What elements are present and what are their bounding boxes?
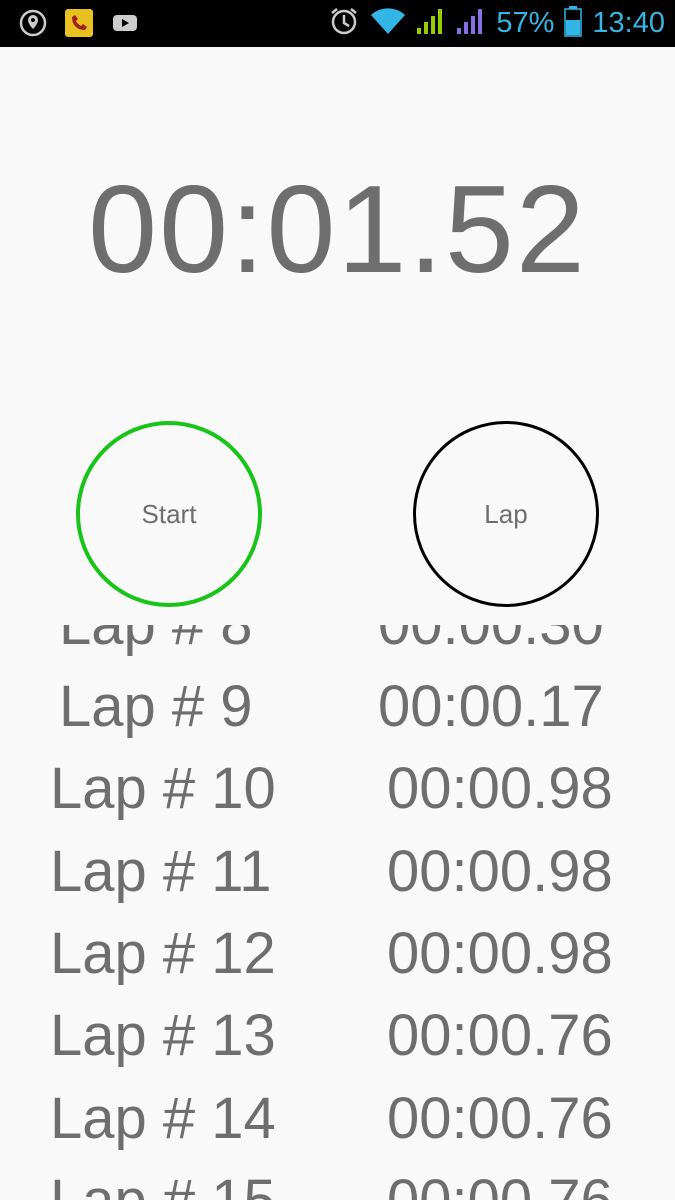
lap-name: Lap # 12 bbox=[50, 921, 276, 986]
status-bar: 57% 13:40 bbox=[0, 0, 675, 47]
signal-2-icon bbox=[456, 6, 486, 41]
alarm-icon bbox=[328, 5, 360, 42]
lap-name: Lap # 14 bbox=[50, 1086, 276, 1151]
lap-name: Lap # 15 bbox=[50, 1160, 276, 1200]
notification-icons bbox=[18, 8, 140, 38]
lap-time: 00:00.76 bbox=[387, 1003, 613, 1068]
lap-name: Lap # 8 bbox=[59, 625, 253, 666]
elapsed-time: 00:01.52 bbox=[88, 161, 587, 299]
start-button-label: Start bbox=[141, 498, 197, 529]
lap-time: 00:00.30 bbox=[378, 625, 604, 666]
lap-list[interactable]: Lap # 8 00:00.30 Lap # 9 00:00.17 Lap # … bbox=[0, 625, 675, 1200]
location-shield-icon bbox=[18, 8, 48, 38]
list-item: Lap # 9 00:00.17 bbox=[0, 666, 675, 748]
list-item: Lap # 11 00:00.98 bbox=[0, 831, 675, 913]
start-button[interactable]: Start bbox=[76, 421, 262, 607]
clock: 13:40 bbox=[592, 6, 665, 39]
list-item: Lap # 8 00:00.30 bbox=[0, 625, 675, 666]
lap-time: 00:00.17 bbox=[378, 674, 604, 739]
battery-percent: 57% bbox=[496, 6, 555, 39]
lap-name: Lap # 11 bbox=[50, 839, 272, 904]
lap-time: 00:00.76 bbox=[387, 1086, 613, 1151]
lap-time: 00:00.76 bbox=[387, 1160, 613, 1200]
youtube-icon bbox=[110, 8, 140, 38]
lap-button[interactable]: Lap bbox=[413, 421, 599, 607]
lap-time: 00:00.98 bbox=[387, 756, 613, 821]
lap-name: Lap # 9 bbox=[59, 674, 253, 739]
lap-name: Lap # 13 bbox=[50, 1003, 276, 1068]
stopwatch-screen: 00:01.52 Start Lap Lap # 8 00:00.30 Lap … bbox=[0, 47, 675, 1200]
list-item: Lap # 12 00:00.98 bbox=[0, 913, 675, 995]
lap-time: 00:00.98 bbox=[387, 921, 613, 986]
signal-icon bbox=[416, 6, 446, 41]
wifi-icon bbox=[370, 6, 406, 41]
lap-time: 00:00.98 bbox=[387, 839, 613, 904]
list-item: Lap # 13 00:00.76 bbox=[0, 995, 675, 1077]
list-item: Lap # 15 00:00.76 bbox=[0, 1160, 675, 1200]
list-item: Lap # 10 00:00.98 bbox=[0, 748, 675, 830]
battery-icon bbox=[564, 5, 583, 42]
call-app-icon bbox=[64, 8, 94, 38]
list-item: Lap # 14 00:00.76 bbox=[0, 1078, 675, 1160]
lap-name: Lap # 10 bbox=[50, 756, 276, 821]
system-icons: 57% 13:40 bbox=[328, 5, 665, 42]
lap-button-label: Lap bbox=[484, 498, 528, 529]
